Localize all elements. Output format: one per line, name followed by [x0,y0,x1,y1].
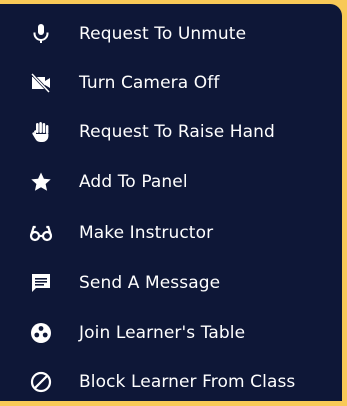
menu-item-label: Make Instructor [79,223,214,243]
hand-icon [29,120,53,144]
message-icon [29,271,53,295]
block-icon [29,370,53,394]
menu-item-label: Add To Panel [79,172,188,192]
menu-item-add-to-panel[interactable]: Add To Panel [0,158,342,206]
camera-off-icon [29,71,53,95]
menu-item-label: Turn Camera Off [79,73,220,93]
page-frame: Request To Unmute Turn Camera Off Reques… [0,0,347,401]
glasses-icon [29,221,53,245]
menu-item-label: Join Learner's Table [79,323,246,343]
menu-item-request-raise-hand[interactable]: Request To Raise Hand [0,108,342,156]
menu-item-send-message[interactable]: Send A Message [0,259,342,307]
menu-item-label: Send A Message [79,273,221,293]
menu-item-make-instructor[interactable]: Make Instructor [0,209,342,257]
menu-item-label: Request To Unmute [79,24,247,44]
menu-item-label: Request To Raise Hand [79,122,275,142]
star-icon [29,170,53,194]
participant-action-menu: Request To Unmute Turn Camera Off Reques… [0,4,342,401]
table-icon [29,321,53,345]
menu-item-request-unmute[interactable]: Request To Unmute [0,10,342,58]
menu-item-label: Block Learner From Class [79,372,296,392]
microphone-icon [29,22,53,46]
menu-item-turn-camera-off[interactable]: Turn Camera Off [0,59,342,107]
menu-item-join-learners-table[interactable]: Join Learner's Table [0,309,342,357]
menu-item-block-learner[interactable]: Block Learner From Class [0,358,342,406]
